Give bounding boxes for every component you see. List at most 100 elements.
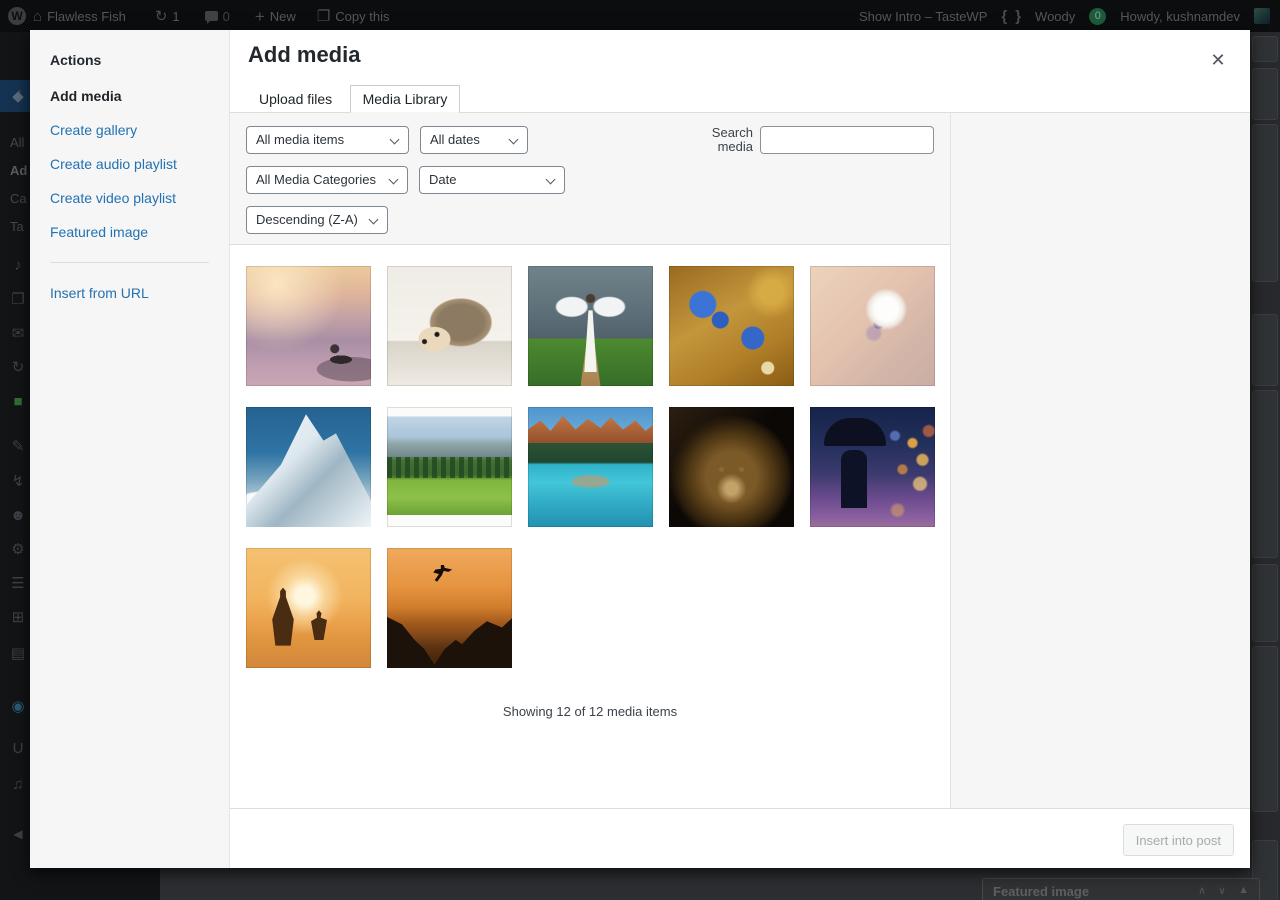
media-count-status: Showing 12 of 12 media items [230,704,950,719]
duplicate-plugin-icon: ▤ [8,646,28,661]
comments-indicator: 0 [205,9,230,24]
dimmed-metabox [1252,390,1278,558]
dimmed-metabox [1252,314,1278,386]
updates-indicator: ↻ 1 [155,9,180,24]
home-icon: ⌂ [33,9,42,24]
copy-this-menu: ❐ Copy this [317,9,390,24]
tab-media-library[interactable]: Media Library [350,85,461,113]
settings-sliders-icon: ☰ [8,576,28,591]
attachment-details-sidebar [950,113,1250,808]
filter-date-select[interactable]: All dates [420,126,528,154]
media-item-jump-silhouette[interactable] [387,548,512,668]
woody-count-badge: 0 [1089,8,1106,25]
menu-item-create-audio-playlist[interactable]: Create audio playlist [50,154,229,174]
brace-close-icon: } [1015,8,1021,25]
new-menu: + New [255,8,296,25]
media-item-lion[interactable] [669,407,794,527]
pushpin-posts-icon: ◆ [8,89,28,104]
admin-toolbar: W ⌂ Flawless Fish ↻ 1 0 + New ❐ Copy thi… [0,0,1280,32]
tab-upload-files[interactable]: Upload files [246,85,345,113]
copy-icon: ❐ [317,9,330,24]
blue-circle-plugin-icon: ◉ [8,699,28,714]
media-item-white-flower[interactable] [810,266,935,386]
search-media-label: Search media [693,126,753,154]
comments-menu-icon: ✉ [8,326,28,341]
circular-arrows-icon: ↻ [8,360,28,375]
media-filters-toolbar: All media items All dates All Media Cate… [230,113,950,245]
media-item-green-valley[interactable] [387,407,512,527]
chevron-down-icon [390,135,400,145]
modal-footer-toolbar: Insert into post [230,808,1250,868]
plus-icon: + [255,8,265,25]
submenu-all-posts: All [10,135,24,150]
dimmed-metabox [1252,646,1278,812]
media-item-angel[interactable] [528,266,653,386]
modal-title: Add media [230,30,1250,68]
dimmed-metabox [1252,36,1278,62]
dimmed-page-right-edge [1250,32,1280,900]
brace-open-icon: { [1001,8,1007,25]
users-icon: ☻ [8,508,28,523]
chevron-down-icon [389,175,399,185]
submenu-categories: Ca [10,191,27,206]
pages-icon: ❐ [8,292,28,307]
menu-item-featured-image[interactable]: Featured image [50,222,229,242]
close-icon[interactable]: ✕ [1200,42,1236,78]
filter-media-category-select[interactable]: All Media Categories [246,166,408,194]
chevron-down-icon [369,215,379,225]
media-item-umbrella-rain[interactable] [810,407,935,527]
notes-plugin-icon: ♫ [8,777,28,792]
collapse-menu-icon: ◀ [8,828,28,840]
media-modal-menu: Actions Add media Create gallery Create … [30,30,230,868]
crop-plugin-icon: ⊞ [8,610,28,625]
media-item-zen-stones[interactable] [246,266,371,386]
attachments-browser: All media items All dates All Media Cate… [230,113,1250,808]
move-up-icon: ∧ [1198,884,1206,897]
add-media-modal: Actions Add media Create gallery Create … [30,30,1250,868]
wordpress-logo-icon: W [8,7,26,25]
search-media-input[interactable] [760,126,934,154]
media-item-snow-mountain[interactable] [246,407,371,527]
media-modal-content: Add media ✕ Upload files Media Library A… [230,30,1250,868]
actions-heading: Actions [50,52,229,68]
media-library-icon: ♪ [8,258,28,273]
menu-item-create-video-playlist[interactable]: Create video playlist [50,188,229,208]
featured-image-metabox-title: Featured image [993,884,1089,899]
chevron-down-icon [509,135,519,145]
site-name-menu: ⌂ Flawless Fish [33,9,126,24]
howdy-account-menu: Howdy, kushnamdev [1120,9,1240,24]
dimmed-metabox [1252,68,1278,120]
appearance-brush-icon: ✎ [8,439,28,454]
green-plugin-icon: ■ [8,394,28,409]
media-router-tabs: Upload files Media Library [230,85,1250,113]
insert-into-post-button[interactable]: Insert into post [1123,824,1234,856]
filter-orderby-select[interactable]: Date [419,166,565,194]
media-item-beach-sunset[interactable] [246,548,371,668]
dimmed-metabox [1252,564,1278,642]
user-avatar [1254,8,1270,24]
menu-separator [50,262,209,263]
menu-item-create-gallery[interactable]: Create gallery [50,120,229,140]
chevron-down-icon [546,175,556,185]
updates-icon: ↻ [155,9,168,24]
dimmed-metabox [1252,124,1278,282]
filter-order-select[interactable]: Descending (Z-A) [246,206,388,234]
media-item-mountain-lake[interactable] [528,407,653,527]
media-grid [230,245,950,668]
woody-menu: Woody [1035,9,1075,24]
comments-icon [205,11,218,21]
plugins-plug-icon: ↯ [8,474,28,489]
submenu-add-new: Ad [10,163,27,178]
media-item-blue-flowers[interactable] [669,266,794,386]
u-plugin-icon: U [8,741,28,756]
filter-media-type-select[interactable]: All media items [246,126,409,154]
featured-image-metabox: Featured image ∧ ∨ ▲ [982,878,1260,900]
show-intro-link: Show Intro – TasteWP [859,9,987,24]
media-item-hedgehog[interactable] [387,266,512,386]
toggle-panel-icon: ▲ [1238,884,1249,897]
menu-item-add-media[interactable]: Add media [50,86,229,106]
move-down-icon: ∨ [1218,884,1226,897]
submenu-tags: Ta [10,219,24,234]
tools-wrench-icon: ⚙ [8,542,28,557]
menu-item-insert-from-url[interactable]: Insert from URL [50,283,229,303]
